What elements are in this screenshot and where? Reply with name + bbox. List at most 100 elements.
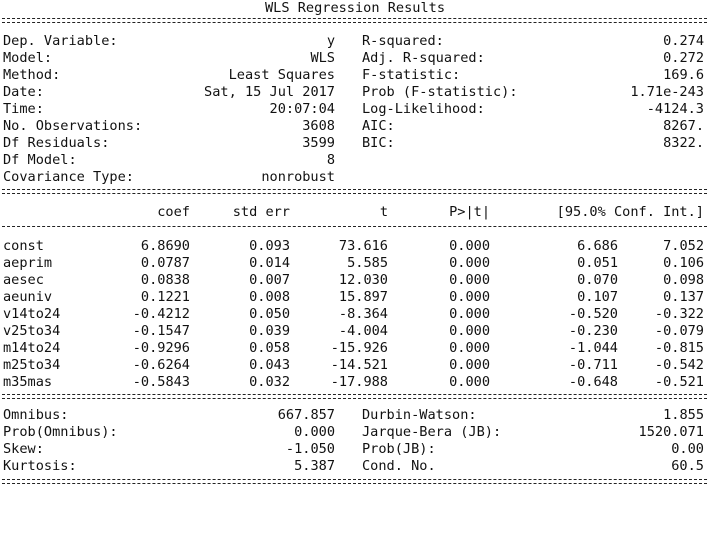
coef-row: v25to34 -0.1547 0.039 -4.004 0.000 -0.230 -0.0…: [0, 323, 710, 340]
diag-value-2: 60.5: [671, 458, 704, 474]
header-t: t: [379, 204, 388, 220]
std-err-value: 0.058: [249, 340, 290, 356]
model-info-row: No. Observations: 3608 AIC: 8267.: [0, 118, 710, 135]
info-value-2: 0.272: [663, 50, 704, 66]
coef-row: aesec 0.0838 0.007 12.030 0.000 0.070 0.098: [0, 272, 710, 289]
header-rule: [2, 226, 707, 227]
info-value-2: 8267.: [663, 118, 704, 134]
ci-low-value: -0.230: [568, 323, 618, 339]
ci-low-value: -0.711: [568, 357, 618, 373]
coef-row: aeprim 0.0787 0.014 5.585 0.000 0.051 0.106: [0, 255, 710, 272]
model-info-row: Df Residuals: 3599 BIC: 8322.: [0, 135, 710, 152]
coef-value: -0.6264: [132, 357, 190, 373]
t-value: 5.585: [347, 255, 388, 271]
coef-value: -0.4212: [132, 306, 190, 322]
coef-header-row: coef std err t P>|t| [95.0% Conf. Int.]: [0, 204, 710, 221]
std-err-value: 0.039: [249, 323, 290, 339]
diag-value-2: 1.855: [663, 407, 704, 423]
model-info-row: Model: WLS Adj. R-squared: 0.272: [0, 50, 710, 67]
mid-double-rule: [2, 189, 707, 194]
header-coef: coef: [157, 204, 190, 220]
diag-value: -1.050: [285, 441, 335, 457]
ci-high-value: -0.521: [654, 374, 704, 390]
info-value: 3599: [302, 135, 335, 151]
ci-high-value: 0.137: [663, 289, 704, 305]
ci-low-value: 0.070: [577, 272, 618, 288]
ci-high-value: 0.106: [663, 255, 704, 271]
info-value: y: [326, 33, 335, 49]
std-err-value: 0.043: [249, 357, 290, 373]
ci-high-value: -0.079: [654, 323, 704, 339]
coef-row: aeuniv 0.1221 0.008 15.897 0.000 0.107 0.137: [0, 289, 710, 306]
info-value: Sat, 15 Jul 2017: [204, 84, 335, 100]
t-value: -4.004: [338, 323, 388, 339]
top-double-rule: [2, 18, 707, 23]
p-value: 0.000: [449, 340, 490, 356]
p-value: 0.000: [449, 323, 490, 339]
ci-low-value: -1.044: [568, 340, 618, 356]
header-p: P>|t|: [449, 204, 490, 220]
info-value-2: 0.274: [663, 33, 704, 49]
p-value: 0.000: [449, 255, 490, 271]
ci-low-value: 6.686: [577, 238, 618, 254]
diag-value-2: 1520.071: [638, 424, 704, 440]
report-title: WLS Regression Results: [264, 0, 446, 16]
model-info-row: Method: Least Squares F-statistic: 169.6: [0, 67, 710, 84]
model-info-row: Dep. Variable: y R-squared: 0.274: [0, 33, 710, 50]
p-value: 0.000: [449, 357, 490, 373]
ci-high-value: 0.098: [663, 272, 704, 288]
header-std-err: std err: [232, 204, 290, 220]
std-err-value: 0.014: [249, 255, 290, 271]
diagnostics-row: Kurtosis: 5.387 Cond. No. 60.5: [0, 458, 710, 475]
diag-value: 0.000: [294, 424, 335, 440]
diagnostics-row: Prob(Omnibus): 0.000 Jarque-Bera (JB): 1…: [0, 424, 710, 441]
info-value: 20:07:04: [269, 101, 335, 117]
coef-value: -0.9296: [132, 340, 190, 356]
header-conf-int: [95.0% Conf. Int.]: [556, 204, 704, 220]
t-value: -8.364: [338, 306, 388, 322]
diag-value: 667.857: [277, 407, 335, 423]
info-value: WLS: [310, 50, 335, 66]
info-value: Least Squares: [228, 67, 335, 83]
model-info-row: Date: Sat, 15 Jul 2017 Prob (F-statistic…: [0, 84, 710, 101]
t-value: 73.616: [338, 238, 388, 254]
t-value: 12.030: [338, 272, 388, 288]
info-value-2: 169.6: [663, 67, 704, 83]
p-value: 0.000: [449, 306, 490, 322]
t-value: -17.988: [330, 374, 388, 390]
info-value: nonrobust: [261, 169, 335, 185]
coef-value: -0.5843: [132, 374, 190, 390]
std-err-value: 0.007: [249, 272, 290, 288]
coef-value: 0.0787: [140, 255, 190, 271]
diag-value-2: 0.00: [671, 441, 704, 457]
diagnostics-row: Skew: -1.050 Prob(JB): 0.00: [0, 441, 710, 458]
info-value-2: 1.71e-243: [630, 84, 704, 100]
model-info-row: Covariance Type: nonrobust: [0, 169, 710, 186]
coef-value: -0.1547: [132, 323, 190, 339]
coef-row: const 6.8690 0.093 73.616 0.000 6.686 7.052: [0, 238, 710, 255]
coef-value: 0.0838: [140, 272, 190, 288]
info-value-2: 8322.: [663, 135, 704, 151]
ci-high-value: 7.052: [663, 238, 704, 254]
diagnostics-row: Omnibus: 667.857 Durbin-Watson: 1.855: [0, 407, 710, 424]
coef-row: m25to34 -0.6264 0.043 -14.521 0.000 -0.711 -0.…: [0, 357, 710, 374]
model-info-row: Time: 20:07:04 Log-Likelihood: -4124.3: [0, 101, 710, 118]
regression-report: WLS Regression Results Dep. Variable: y …: [0, 0, 710, 491]
ci-low-value: -0.648: [568, 374, 618, 390]
p-value: 0.000: [449, 238, 490, 254]
std-err-value: 0.050: [249, 306, 290, 322]
ci-high-value: -0.542: [654, 357, 704, 373]
info-value: 8: [326, 152, 335, 168]
std-err-value: 0.032: [249, 374, 290, 390]
info-value-2: -4124.3: [646, 101, 704, 117]
coef-value: 0.1221: [140, 289, 190, 305]
info-value: 3608: [302, 118, 335, 134]
p-value: 0.000: [449, 272, 490, 288]
std-err-value: 0.093: [249, 238, 290, 254]
t-value: -15.926: [330, 340, 388, 356]
model-info-row: Df Model: 8: [0, 152, 710, 169]
coef-row: v14to24 -0.4212 0.050 -8.364 0.000 -0.520 -0.3…: [0, 306, 710, 323]
coef-row: m35mas -0.5843 0.032 -17.988 0.000 -0.648 -0.5…: [0, 374, 710, 391]
bottom-double-rule: [2, 479, 707, 484]
t-value: -14.521: [330, 357, 388, 373]
